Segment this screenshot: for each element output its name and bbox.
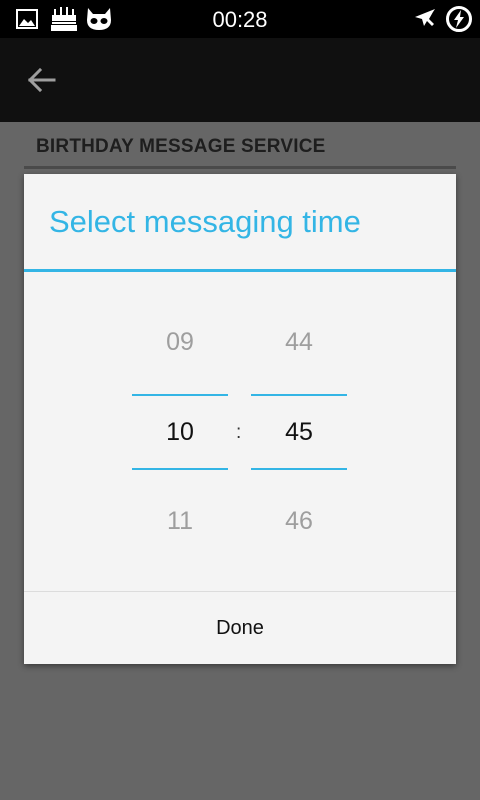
status-bar: 00:28	[0, 0, 480, 38]
minute-previous-value[interactable]: 44	[251, 328, 347, 357]
hour-selection-line-top	[132, 394, 228, 396]
minute-selection-line-bottom	[251, 468, 347, 470]
minute-next-value[interactable]: 46	[251, 507, 347, 536]
minute-current-value[interactable]: 45	[251, 418, 347, 447]
battery-charging-icon	[446, 6, 472, 32]
status-clock: 00:28	[212, 7, 268, 32]
hour-current-value[interactable]: 10	[132, 418, 228, 447]
time-separator: :	[236, 422, 242, 443]
hour-picker[interactable]: 09 10 11	[132, 272, 228, 590]
back-button[interactable]	[26, 66, 58, 94]
hour-next-value[interactable]: 11	[132, 507, 228, 536]
section-header: BIRTHDAY MESSAGE SERVICE	[36, 136, 326, 157]
arrow-back-icon	[27, 67, 56, 93]
minute-picker[interactable]: 44 45 46	[251, 272, 347, 590]
section-divider	[24, 166, 456, 169]
title-divider	[24, 269, 456, 272]
time-picker-dialog: Select messaging time 09 10 11 : 44 45 4…	[24, 174, 456, 664]
hour-previous-value[interactable]: 09	[132, 328, 228, 357]
done-button[interactable]: Done	[24, 592, 456, 664]
hour-selection-line-bottom	[132, 468, 228, 470]
action-bar	[0, 38, 480, 122]
airplane-mode-icon	[415, 9, 435, 26]
dialog-title: Select messaging time	[49, 204, 361, 239]
minute-selection-line-top	[251, 394, 347, 396]
